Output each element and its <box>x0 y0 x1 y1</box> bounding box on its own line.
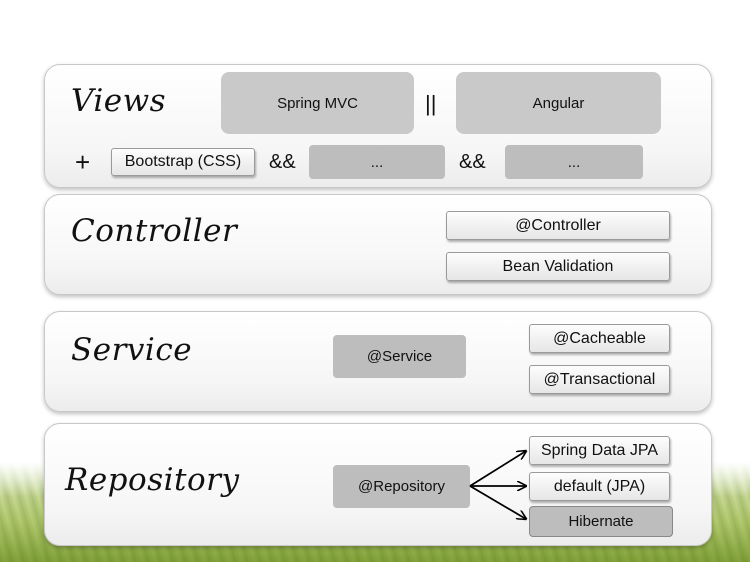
repository-arrows <box>469 0 750 562</box>
arrow-to-spring-data-jpa <box>469 451 526 487</box>
arrow-to-hibernate <box>469 485 526 519</box>
